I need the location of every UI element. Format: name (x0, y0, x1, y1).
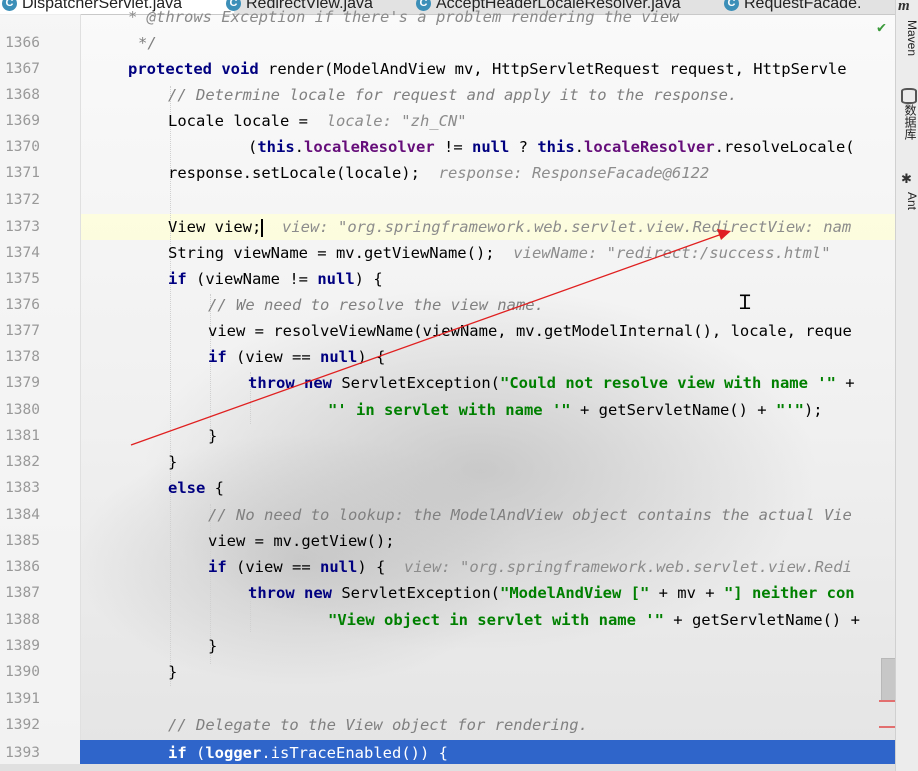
maven-tool-button[interactable]: Maven (896, 20, 918, 56)
ant-tool-button[interactable]: Ant (896, 192, 918, 210)
no-problems-check-icon: ✔ (877, 18, 887, 36)
right-tool-window-bar: m Maven 数据库 ✱ Ant (895, 0, 918, 771)
database-tool-button[interactable]: 数据库 (896, 104, 918, 140)
mouse-ibeam-cursor: Ｉ (735, 290, 755, 314)
error-stripe-marker[interactable] (879, 726, 895, 728)
error-stripe-marker[interactable] (879, 700, 895, 702)
database-icon (901, 88, 917, 104)
bottom-status-strip (0, 764, 895, 771)
maven-logo-icon: m (898, 0, 910, 14)
ant-icon: ✱ (901, 172, 912, 187)
red-annotation-arrow (130, 229, 731, 446)
